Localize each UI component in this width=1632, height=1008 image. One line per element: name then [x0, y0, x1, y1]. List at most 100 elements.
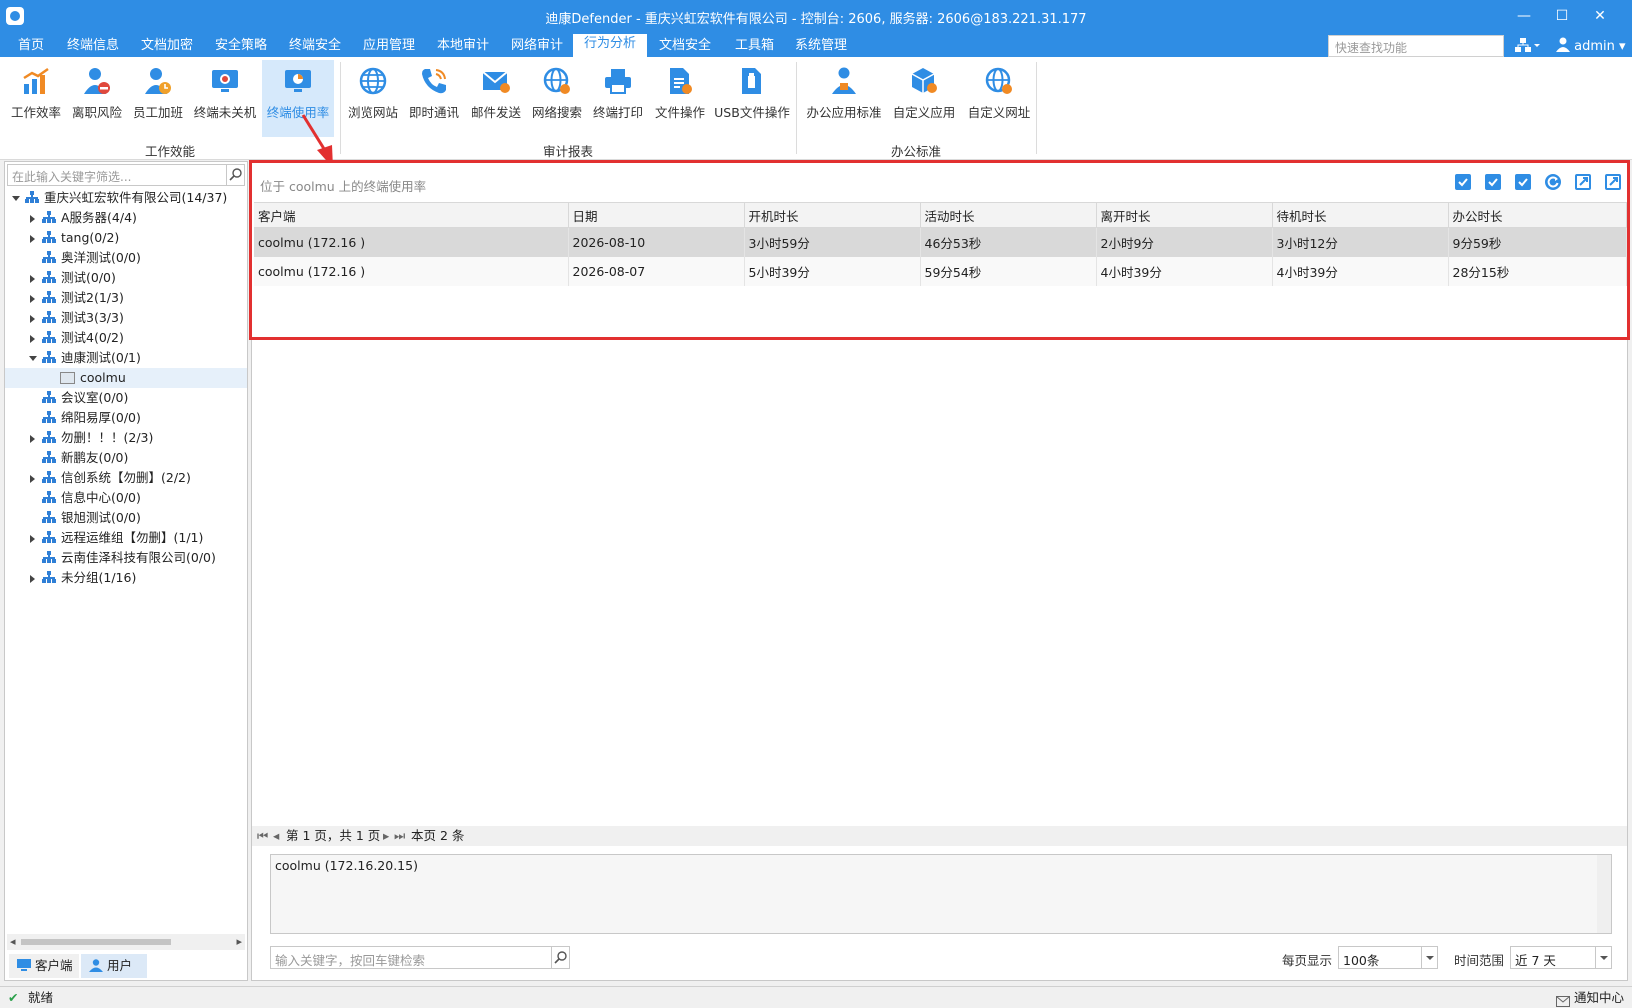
tree-item-group[interactable]: 远程运维组【勿删】(1/1): [5, 528, 247, 548]
expand-arrow-icon[interactable]: [12, 196, 20, 201]
column-header[interactable]: 办公时长: [1448, 202, 1627, 228]
table-cell: 4小时39分: [1096, 256, 1273, 286]
tree-item-group[interactable]: 新鹏友(0/0): [5, 448, 247, 468]
ribbon-not-shutdown-button[interactable]: 终端未关机: [190, 60, 260, 137]
ribbon-file-operation-button[interactable]: 文件操作: [650, 60, 710, 137]
minimize-button[interactable]: —: [1510, 6, 1538, 26]
maximize-button[interactable]: ☐: [1548, 6, 1576, 26]
tree-item-group[interactable]: 云南佳泽科技有限公司(0/0): [5, 548, 247, 568]
search-icon[interactable]: [226, 165, 244, 185]
tree-item-group[interactable]: 信创系统【勿删】(2/2): [5, 468, 247, 488]
ribbon-email-send-button[interactable]: 邮件发送: [466, 60, 526, 137]
search-icon[interactable]: [551, 947, 569, 968]
tree-item-group[interactable]: 勿删！！！(2/3): [5, 428, 247, 448]
scrollbar-thumb[interactable]: [21, 939, 171, 945]
org-switch-icon[interactable]: [1515, 37, 1541, 57]
column-header[interactable]: 日期: [568, 202, 745, 228]
last-page-icon[interactable]: ⏭: [394, 826, 405, 846]
time-range-select[interactable]: 近 7 天: [1510, 946, 1612, 969]
share-icon[interactable]: [1605, 174, 1621, 190]
detail-textarea[interactable]: coolmu (172.16.20.15): [270, 854, 1612, 934]
ribbon-browse-websites-button[interactable]: 浏览网站: [344, 60, 402, 137]
check-select-icon[interactable]: [1515, 174, 1531, 190]
tree-filter-input[interactable]: 在此输入关键字筛选...: [7, 164, 245, 186]
chevron-down-icon[interactable]: [1595, 947, 1611, 968]
column-header[interactable]: 活动时长: [920, 202, 1097, 228]
column-header[interactable]: 开机时长: [744, 202, 921, 228]
expand-arrow-icon[interactable]: [30, 335, 35, 343]
tree-horizontal-scrollbar[interactable]: ◂ ▸: [7, 934, 245, 950]
table-row[interactable]: coolmu (172.16 ) 2026-08-10 3小时59分 46分53…: [254, 227, 1627, 257]
menu-tab-doc-encryption[interactable]: 文档加密: [141, 36, 193, 57]
user-menu[interactable]: admin ▾: [1556, 37, 1626, 54]
check-all-icon[interactable]: [1455, 174, 1471, 190]
menu-tab-app-management[interactable]: 应用管理: [363, 36, 415, 57]
keyword-search-input[interactable]: 输入关键字，按回车键检索: [270, 946, 570, 969]
column-header[interactable]: 客户端: [254, 202, 569, 228]
detail-scrollbar[interactable]: [1597, 855, 1611, 933]
chevron-down-icon[interactable]: [1421, 947, 1437, 968]
menu-tab-security-policy[interactable]: 安全策略: [215, 36, 267, 57]
expand-arrow-icon[interactable]: [30, 275, 35, 283]
collapse-arrow-icon[interactable]: [29, 356, 37, 361]
tree-item-group[interactable]: 测试2(1/3): [5, 288, 247, 308]
menu-tab-local-audit[interactable]: 本地审计: [437, 36, 489, 57]
tab-clients[interactable]: 客户端: [9, 954, 79, 978]
ribbon-usb-file-button[interactable]: USB文件操作: [712, 60, 792, 137]
quick-search-input[interactable]: 快速查找功能: [1328, 35, 1504, 57]
per-page-select[interactable]: 100条: [1338, 946, 1438, 969]
ribbon-office-app-standard-button[interactable]: 办公应用标准: [802, 60, 886, 137]
menu-tab-system-management[interactable]: 系统管理: [795, 36, 847, 57]
tree-item-group[interactable]: 信息中心(0/0): [5, 488, 247, 508]
ribbon-custom-app-button[interactable]: 自定义应用: [888, 60, 960, 137]
export-icon[interactable]: [1575, 174, 1591, 190]
tree-item-group[interactable]: 迪康测试(0/1): [5, 348, 247, 368]
menu-tab-home[interactable]: 首页: [18, 36, 44, 57]
menu-tab-network-audit[interactable]: 网络审计: [511, 36, 563, 57]
ribbon-instant-messaging-button[interactable]: 即时通讯: [404, 60, 464, 137]
tree-item-group[interactable]: tang(0/2): [5, 228, 247, 248]
column-header[interactable]: 离开时长: [1096, 202, 1273, 228]
tree-item-group[interactable]: A服务器(4/4): [5, 208, 247, 228]
tree-item-group[interactable]: 测试3(3/3): [5, 308, 247, 328]
notification-center-button[interactable]: 通知中心: [1574, 987, 1624, 1008]
table-row[interactable]: coolmu (172.16 ) 2026-08-07 5小时39分 59分54…: [254, 256, 1627, 286]
expand-arrow-icon[interactable]: [30, 475, 35, 483]
menu-tab-doc-security[interactable]: 文档安全: [659, 36, 711, 57]
ribbon-work-efficiency-button[interactable]: 工作效率: [6, 60, 66, 137]
tree-item-group[interactable]: 测试(0/0): [5, 268, 247, 288]
column-header[interactable]: 待机时长: [1272, 202, 1449, 228]
menu-tab-terminal-security[interactable]: 终端安全: [289, 36, 341, 57]
ribbon-resign-risk-button[interactable]: 离职风险: [67, 60, 127, 137]
expand-arrow-icon[interactable]: [30, 575, 35, 583]
ribbon-terminal-print-button[interactable]: 终端打印: [588, 60, 648, 137]
menu-tab-terminal-info[interactable]: 终端信息: [67, 36, 119, 57]
ribbon-custom-url-button[interactable]: 自定义网址: [962, 60, 1036, 137]
ribbon-web-search-button[interactable]: 网络搜索: [528, 60, 586, 137]
expand-arrow-icon[interactable]: [30, 235, 35, 243]
tree-item-group[interactable]: 会议室(0/0): [5, 388, 247, 408]
tree-item-group[interactable]: 奥洋测试(0/0): [5, 248, 247, 268]
close-button[interactable]: ✕: [1586, 6, 1614, 26]
prev-page-icon[interactable]: ◂: [273, 826, 279, 846]
next-page-icon[interactable]: ▸: [383, 826, 389, 846]
tree-item-group[interactable]: 银旭测试(0/0): [5, 508, 247, 528]
expand-arrow-icon[interactable]: [30, 315, 35, 323]
check-column-icon[interactable]: [1485, 174, 1501, 190]
tree-root[interactable]: 重庆兴虹宏软件有限公司(14/37): [5, 188, 247, 208]
menu-tab-behavior-analysis[interactable]: 行为分析: [573, 34, 647, 57]
expand-arrow-icon[interactable]: [30, 295, 35, 303]
refresh-icon[interactable]: [1545, 174, 1561, 190]
chart-icon: [23, 67, 49, 94]
tree-item-group[interactable]: 绵阳易厚(0/0): [5, 408, 247, 428]
expand-arrow-icon[interactable]: [30, 215, 35, 223]
ribbon-overtime-button[interactable]: 员工加班: [128, 60, 188, 137]
tab-users[interactable]: 用户: [81, 954, 147, 978]
tree-item-client[interactable]: coolmu: [5, 368, 247, 388]
expand-arrow-icon[interactable]: [30, 435, 35, 443]
first-page-icon[interactable]: ⏮: [257, 826, 268, 846]
tree-item-group[interactable]: 测试4(0/2): [5, 328, 247, 348]
tree-item-group[interactable]: 未分组(1/16): [5, 568, 247, 588]
menu-tab-toolbox[interactable]: 工具箱: [735, 36, 774, 57]
expand-arrow-icon[interactable]: [30, 535, 35, 543]
